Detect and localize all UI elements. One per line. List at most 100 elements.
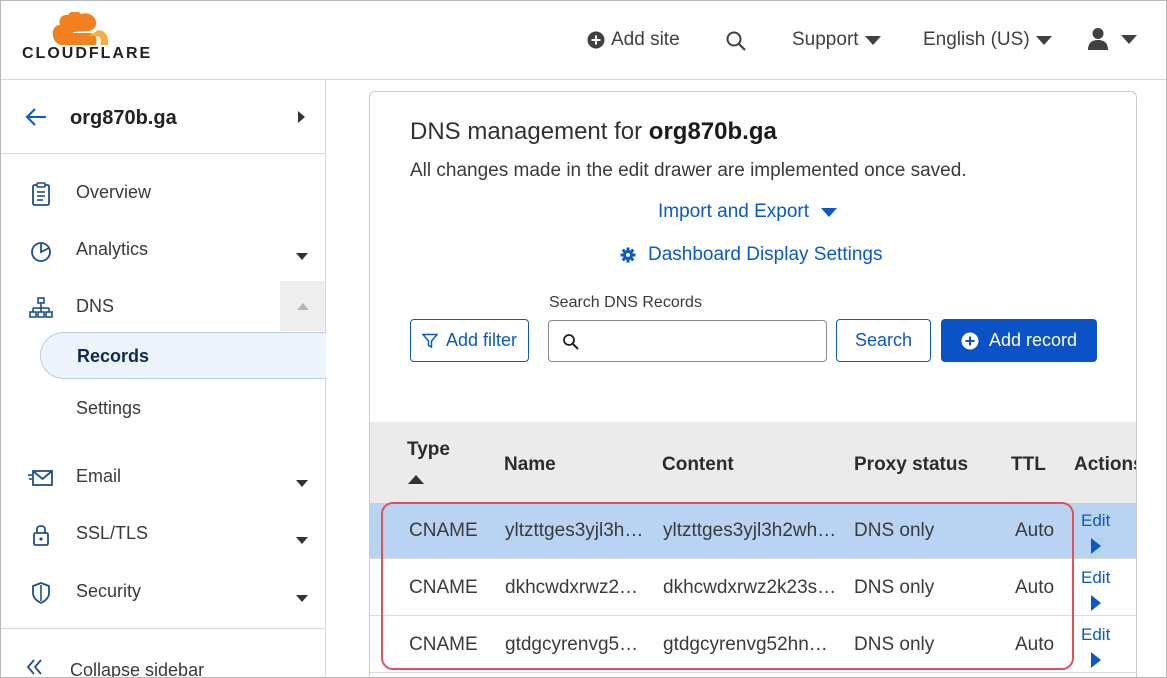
import-export-label: Import and Export — [658, 201, 810, 222]
title-domain: org870b.ga — [648, 118, 777, 145]
clipboard-icon — [32, 182, 50, 206]
record-proxy-status: DNS only — [854, 577, 935, 598]
chevron-down-icon — [1035, 35, 1052, 45]
cloudflare-logo[interactable]: CLOUDFLARE — [22, 11, 157, 64]
search-dns-input[interactable] — [548, 320, 827, 362]
support-label: Support — [792, 29, 859, 50]
back-arrow-icon[interactable] — [24, 107, 48, 127]
page-subtitle: All changes made in the edit drawer are … — [410, 160, 967, 181]
records-table-header: Type Name Content Proxy status TTL Actio… — [370, 422, 1137, 503]
chevron-down-icon — [296, 474, 308, 492]
add-filter-button[interactable]: Add filter — [410, 319, 529, 362]
sidebar-item-security[interactable]: Security — [0, 567, 325, 617]
collapse-sidebar-button[interactable]: Collapse sidebar — [0, 628, 325, 678]
chevron-down-icon — [296, 589, 308, 607]
support-menu[interactable]: Support — [792, 29, 881, 51]
add-filter-label: Add filter — [445, 330, 518, 350]
record-proxy-status: DNS only — [854, 634, 935, 655]
edit-record-link[interactable]: Edit — [1081, 568, 1110, 588]
user-icon — [1088, 28, 1108, 50]
dns-collapse-toggle[interactable] — [280, 281, 325, 331]
logo-text: CLOUDFLARE — [22, 45, 153, 62]
cloud-icon — [52, 11, 108, 45]
search-icon — [726, 31, 746, 51]
record-content: gtdgcyrenvg52hn… — [663, 634, 828, 655]
pie-chart-icon — [31, 242, 51, 262]
sidebar-item-label: DNS — [76, 296, 115, 316]
sidebar-item-label: Analytics — [76, 239, 149, 259]
column-name[interactable]: Name — [504, 454, 556, 476]
table-row[interactable]: CNAME dkhcwdxrwz2… dkhcwdxrwz2k23s… DNS … — [370, 560, 1136, 616]
record-type: CNAME — [409, 520, 478, 541]
sidebar-item-settings[interactable]: Settings — [76, 398, 141, 419]
add-record-button[interactable]: Add record — [941, 319, 1097, 362]
zone-selector[interactable]: org870b.ga — [0, 80, 325, 154]
record-proxy-status: DNS only — [854, 520, 935, 541]
sidebar-item-overview[interactable]: Overview — [0, 168, 325, 218]
column-content[interactable]: Content — [662, 454, 734, 476]
shield-icon — [32, 582, 50, 605]
language-menu[interactable]: English (US) — [923, 29, 1052, 51]
column-proxy-status[interactable]: Proxy status — [854, 454, 968, 476]
column-actions: Actions — [1074, 454, 1137, 475]
sidebar: org870b.ga Overview Analytics DNS Record… — [0, 80, 326, 678]
record-content: dkhcwdxrwz2k23s… — [663, 577, 837, 598]
sidebar-item-email[interactable]: Email — [0, 452, 325, 502]
search-button-label: Search — [854, 330, 913, 350]
table-row[interactable]: CNAME yltzttges3yjl3h… yltzttges3yjl3h2w… — [370, 503, 1136, 559]
sidebar-item-analytics[interactable]: Analytics — [0, 225, 325, 275]
search-button[interactable] — [725, 30, 747, 52]
record-name: dkhcwdxrwz2… — [505, 577, 639, 598]
add-record-label: Add record — [988, 330, 1078, 350]
record-name: gtdgcyrenvg5… — [505, 634, 639, 655]
envelope-icon — [28, 470, 53, 486]
table-row[interactable]: CNAME gtdgcyrenvg5… gtdgcyrenvg52hn… DNS… — [370, 617, 1136, 673]
sidebar-item-label: Security — [76, 581, 142, 601]
column-type[interactable]: Type — [407, 439, 450, 461]
filter-icon — [421, 333, 438, 348]
sidebar-item-records[interactable]: Records — [40, 332, 326, 379]
chevron-down-icon — [821, 207, 838, 217]
sidebar-item-ssl-tls[interactable]: SSL/TLS — [0, 509, 325, 559]
column-ttl[interactable]: TTL — [1011, 454, 1046, 476]
chevron-down-icon — [296, 531, 308, 549]
chevron-down-icon — [296, 247, 308, 265]
sidebar-item-label: Email — [76, 466, 122, 486]
collapse-sidebar-label: Collapse sidebar — [70, 660, 205, 678]
record-ttl: Auto — [1015, 520, 1055, 541]
sidebar-item-dns[interactable]: DNS — [0, 282, 325, 332]
chevron-down-icon — [1121, 34, 1137, 44]
double-chevron-left-icon — [26, 659, 42, 675]
chevron-down-icon — [864, 35, 881, 45]
zone-name: org870b.ga — [70, 107, 177, 129]
record-type: CNAME — [409, 577, 478, 598]
network-icon — [29, 297, 53, 318]
sidebar-item-label: SSL/TLS — [76, 523, 149, 543]
search-dns-label: Search DNS Records — [549, 294, 702, 311]
sort-ascending-icon[interactable] — [408, 475, 424, 484]
user-menu[interactable] — [1087, 27, 1137, 51]
import-export-link[interactable]: Import and Export — [658, 201, 838, 223]
language-label: English (US) — [923, 29, 1030, 50]
dashboard-display-settings-link[interactable]: Dashboard Display Settings — [620, 244, 882, 266]
caret-right-icon[interactable] — [1091, 595, 1101, 611]
search-button[interactable]: Search — [836, 319, 931, 362]
caret-right-icon[interactable] — [1091, 652, 1101, 668]
title-prefix: DNS management for — [410, 118, 649, 145]
chevron-right-icon[interactable] — [298, 111, 306, 123]
dashboard-display-settings-label: Dashboard Display Settings — [648, 244, 883, 265]
caret-right-icon[interactable] — [1091, 538, 1101, 554]
record-ttl: Auto — [1015, 577, 1055, 598]
plus-circle-icon — [587, 31, 605, 49]
page-title: DNS management for org870b.ga — [410, 118, 777, 146]
edit-record-link[interactable]: Edit — [1081, 511, 1110, 531]
sidebar-item-label: Records — [77, 346, 150, 366]
lock-icon — [33, 525, 49, 546]
record-type: CNAME — [409, 634, 478, 655]
add-site-label: Add site — [611, 29, 680, 50]
plus-circle-icon — [961, 332, 979, 349]
search-icon — [563, 334, 579, 350]
record-content: yltzttges3yjl3h2wh… — [663, 520, 837, 541]
edit-record-link[interactable]: Edit — [1081, 625, 1110, 645]
add-site-button[interactable]: Add site — [587, 29, 680, 51]
